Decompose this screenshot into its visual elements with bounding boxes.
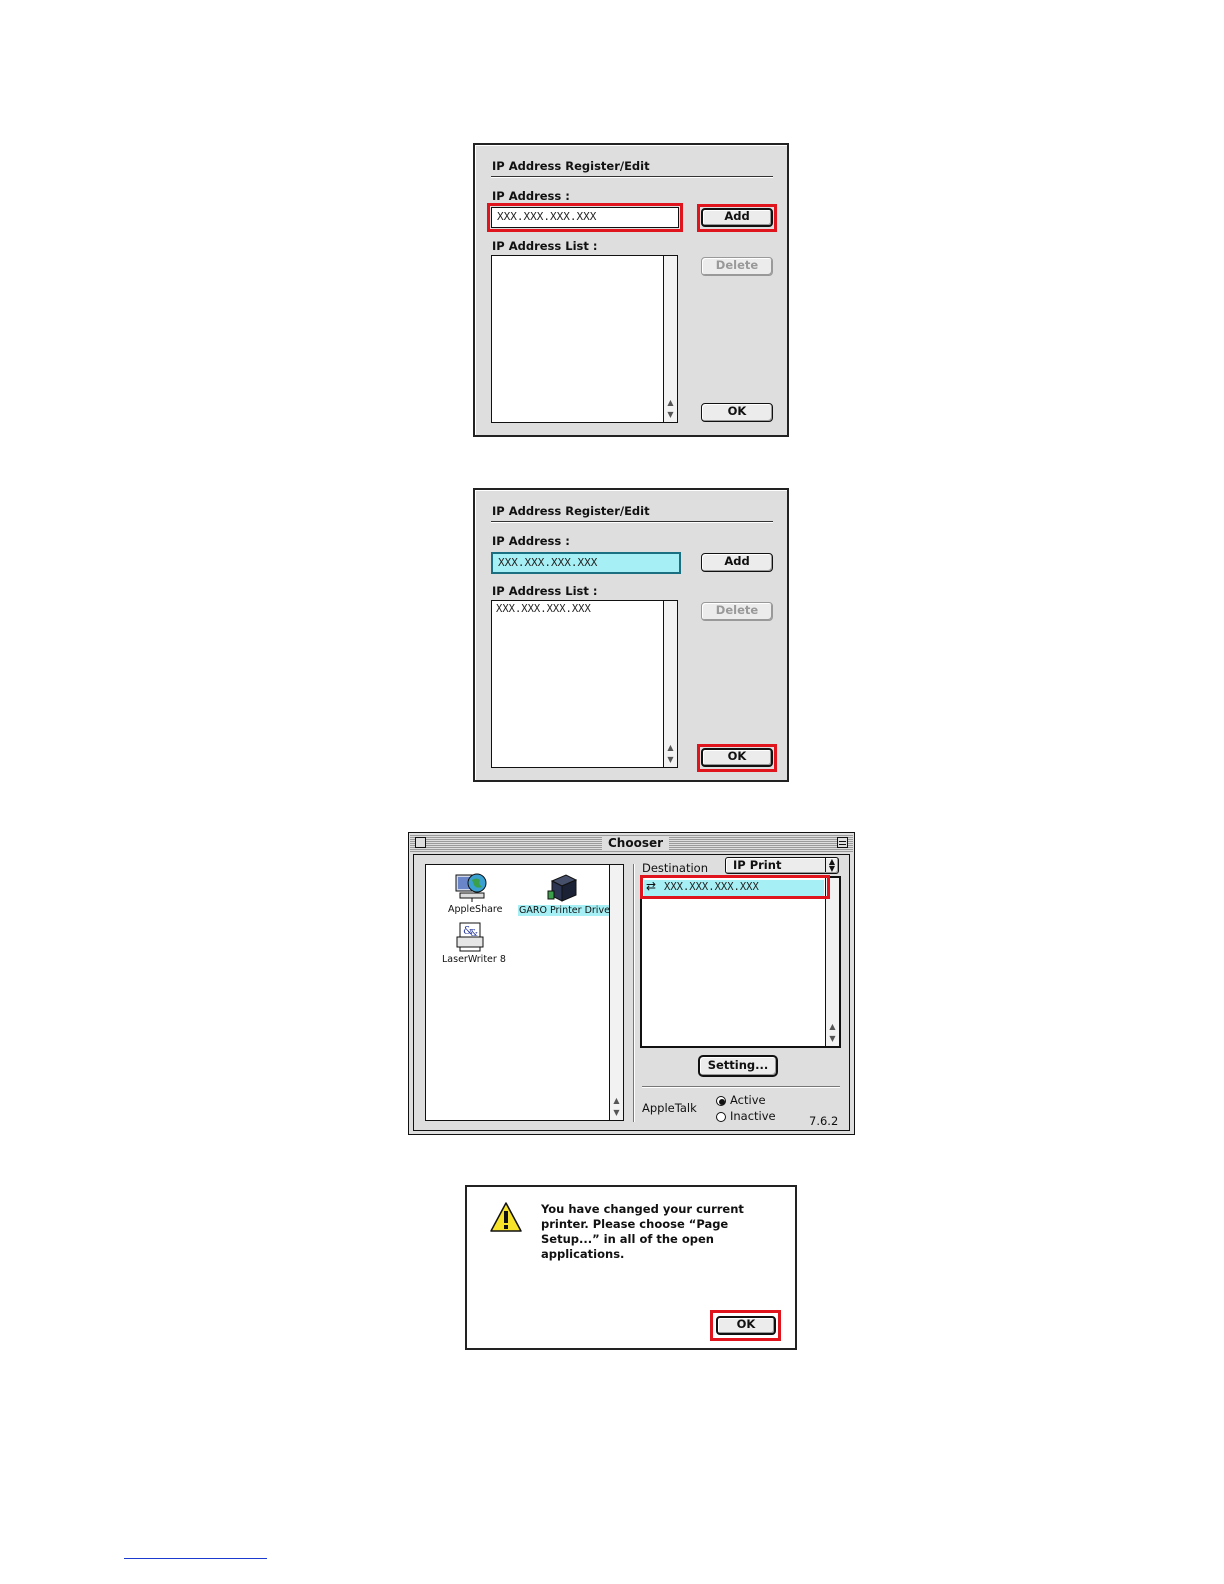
inactive-label: Inactive	[730, 1109, 776, 1123]
destination-list[interactable]: ⇄ XXX.XXX.XXX.XXX ▲ ▼	[640, 876, 841, 1048]
driver-list-scrollbar[interactable]: ▲ ▼	[609, 865, 623, 1120]
footnote-rule	[124, 1558, 267, 1559]
scroll-down-arrow-icon[interactable]: ▼	[610, 1108, 623, 1118]
window-title: Chooser	[602, 836, 670, 850]
ip-address-label: IP Address :	[492, 534, 570, 548]
appletalk-label: AppleTalk	[642, 1101, 697, 1115]
laserwriter-icon: & &	[456, 922, 484, 952]
scroll-up-arrow-icon[interactable]: ▲	[826, 1022, 839, 1032]
ip-address-label: IP Address :	[492, 189, 570, 203]
ip-register-dialog-1: IP Address Register/Edit IP Address : XX…	[473, 143, 789, 437]
scroll-up-arrow-icon[interactable]: ▲	[664, 743, 677, 753]
title-bar[interactable]: Chooser	[410, 834, 853, 852]
title-divider	[491, 176, 773, 178]
printer-driver-icon	[547, 874, 578, 902]
delete-button[interactable]: Delete	[701, 602, 773, 621]
destination-scrollbar[interactable]: ▲ ▼	[825, 878, 839, 1046]
scroll-down-arrow-icon[interactable]: ▼	[826, 1034, 839, 1044]
alert-message: You have changed your current printer. P…	[541, 1202, 744, 1261]
appleshare-icon	[455, 873, 487, 902]
ip-list-label: IP Address List :	[492, 584, 598, 598]
callout-ok-button	[697, 744, 777, 772]
printer-changed-alert: You have changed your current printer. P…	[465, 1185, 797, 1350]
version-label: 7.6.2	[809, 1114, 839, 1128]
dialog-title: IP Address Register/Edit	[492, 504, 650, 518]
zoom-box-icon[interactable]	[837, 837, 848, 848]
callout-ok-button	[710, 1310, 781, 1341]
close-box-icon[interactable]	[415, 837, 426, 848]
pane-divider	[633, 864, 634, 1122]
popup-arrows-icon: ▲ ▼	[824, 858, 835, 873]
ip-address-input[interactable]: XXX.XXX.XXX.XXX	[491, 552, 681, 574]
active-label: Active	[730, 1093, 766, 1107]
dialog-title: IP Address Register/Edit	[492, 159, 650, 173]
list-item[interactable]: XXX.XXX.XXX.XXX	[496, 603, 591, 615]
ip-address-list[interactable]: ▲ ▼	[491, 255, 678, 423]
callout-destination-item	[640, 875, 830, 899]
warning-icon	[490, 1202, 522, 1232]
list-scrollbar[interactable]: ▲ ▼	[663, 256, 677, 422]
driver-label: LaserWriter 8	[442, 954, 506, 965]
driver-item-appleshare[interactable]: AppleShare	[440, 871, 504, 915]
scroll-down-arrow-icon[interactable]: ▼	[664, 410, 677, 420]
ip-address-list[interactable]: XXX.XXX.XXX.XXX ▲ ▼	[491, 600, 678, 768]
ip-list-label: IP Address List :	[492, 239, 598, 253]
active-radio[interactable]	[716, 1096, 726, 1106]
driver-item-garo[interactable]: GARO Printer Driver	[516, 871, 615, 916]
list-scrollbar[interactable]: ▲ ▼	[663, 601, 677, 767]
appletalk-divider	[642, 1086, 840, 1087]
driver-list[interactable]: AppleShare GARO Printer Driver & & Laser…	[425, 864, 624, 1121]
scroll-up-arrow-icon[interactable]: ▲	[664, 398, 677, 408]
scroll-down-arrow-icon[interactable]: ▼	[664, 755, 677, 765]
ip-register-dialog-2: IP Address Register/Edit IP Address : XX…	[473, 488, 789, 782]
ok-button[interactable]: OK	[701, 403, 773, 422]
scroll-up-arrow-icon[interactable]: ▲	[610, 1096, 623, 1106]
callout-add-button	[697, 204, 777, 232]
chooser-window: Chooser AppleShare GARO Printer Driver &…	[408, 832, 855, 1135]
add-button[interactable]: Add	[701, 553, 773, 572]
title-divider	[491, 521, 773, 523]
destination-value: IP Print	[733, 858, 782, 872]
setting-button[interactable]: Setting...	[698, 1055, 778, 1077]
driver-item-laserwriter[interactable]: & & LaserWriter 8	[436, 921, 508, 965]
destination-popup[interactable]: IP Print ▲ ▼	[725, 857, 839, 874]
driver-label: GARO Printer Driver	[518, 905, 615, 916]
driver-label: AppleShare	[448, 904, 503, 915]
delete-button[interactable]: Delete	[701, 257, 773, 276]
destination-label: Destination	[642, 861, 708, 875]
inactive-radio[interactable]	[716, 1112, 726, 1122]
callout-ip-input	[487, 203, 683, 232]
